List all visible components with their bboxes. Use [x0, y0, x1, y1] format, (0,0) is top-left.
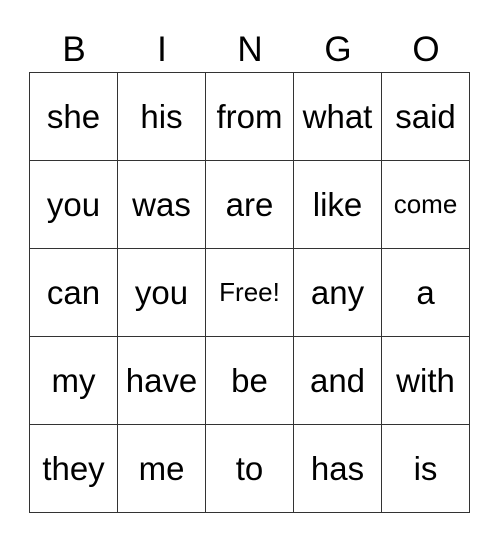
bingo-cell[interactable]: to — [206, 425, 294, 513]
header-letter: B — [62, 30, 86, 69]
header-letter: I — [157, 30, 167, 69]
free-space-cell[interactable]: Free! — [206, 249, 294, 337]
bingo-cell[interactable]: my — [30, 337, 118, 425]
bingo-cell[interactable]: has — [294, 425, 382, 513]
bingo-cell[interactable]: is — [382, 425, 470, 513]
bingo-cell[interactable]: with — [382, 337, 470, 425]
header-letter: O — [412, 30, 440, 69]
bingo-cell[interactable]: like — [294, 161, 382, 249]
bingo-cell[interactable]: are — [206, 161, 294, 249]
bingo-cell[interactable]: his — [118, 73, 206, 161]
bingo-grid: she his from what said you was are like come can yo… — [29, 72, 470, 513]
header-letter: G — [324, 30, 352, 69]
bingo-cell[interactable]: a — [382, 249, 470, 337]
bingo-cell[interactable]: you — [118, 249, 206, 337]
bingo-cell[interactable]: they — [30, 425, 118, 513]
bingo-cell[interactable]: what — [294, 73, 382, 161]
bingo-cell[interactable]: she — [30, 73, 118, 161]
bingo-cell[interactable]: and — [294, 337, 382, 425]
bingo-cell[interactable]: from — [206, 73, 294, 161]
bingo-cell[interactable]: was — [118, 161, 206, 249]
bingo-cell[interactable]: you — [30, 161, 118, 249]
header-letter: N — [237, 30, 263, 69]
bingo-cell[interactable]: any — [294, 249, 382, 337]
bingo-cell[interactable]: can — [30, 249, 118, 337]
bingo-cell[interactable]: said — [382, 73, 470, 161]
bingo-header: BINGO — [30, 28, 470, 72]
bingo-cell[interactable]: me — [118, 425, 206, 513]
bingo-cell[interactable]: come — [382, 161, 470, 249]
bingo-cell[interactable]: have — [118, 337, 206, 425]
bingo-cell[interactable]: be — [206, 337, 294, 425]
